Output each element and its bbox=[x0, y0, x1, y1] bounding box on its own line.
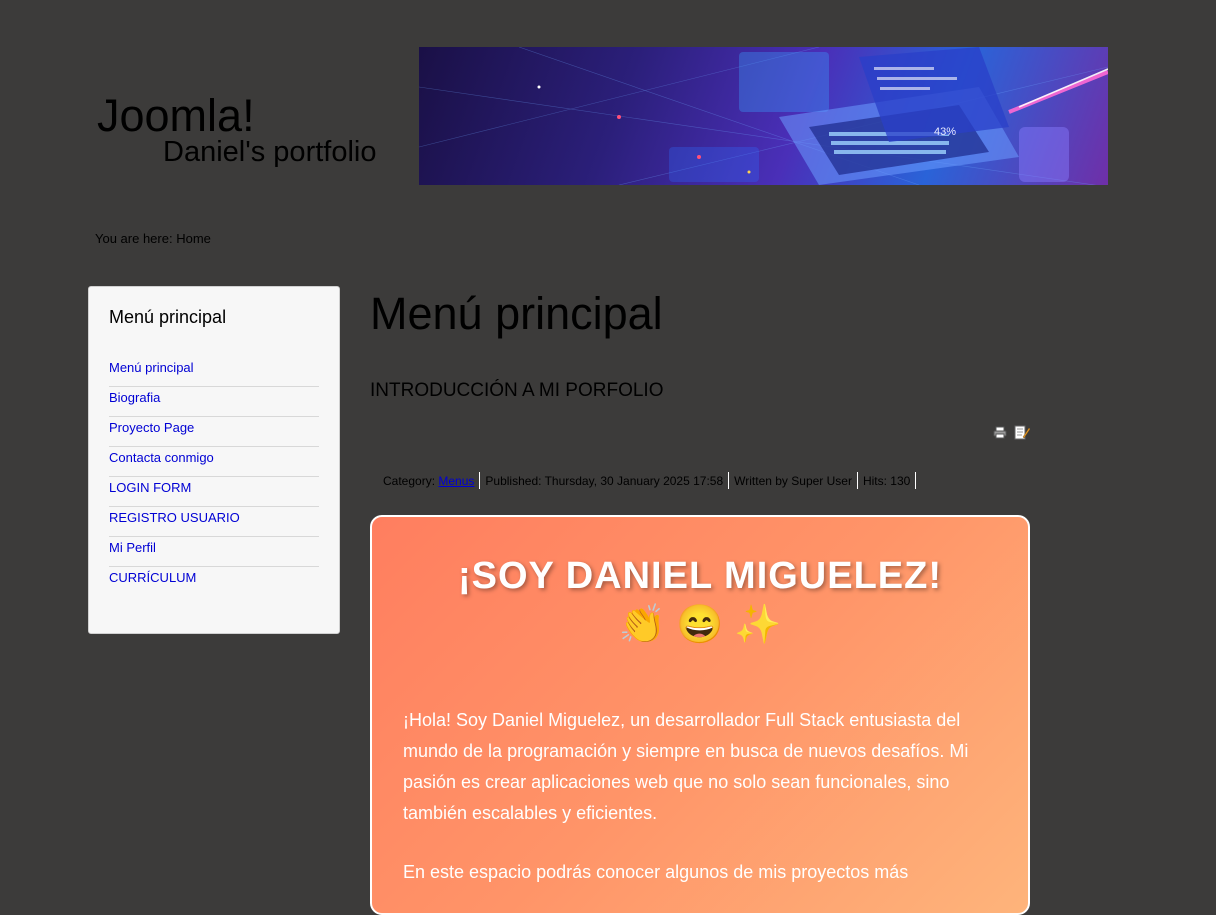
meta-divider bbox=[479, 472, 481, 489]
sidebar-link-curriculum[interactable]: CURRÍCULUM bbox=[109, 567, 319, 589]
meta-category-link[interactable]: Menus bbox=[438, 474, 474, 488]
intro-paragraph: ¡Hola! Soy Daniel Miguelez, un desarroll… bbox=[403, 710, 969, 823]
page-title: Menú principal bbox=[370, 288, 663, 339]
edit-icon[interactable] bbox=[1014, 424, 1031, 440]
sidebar-link-menu-principal[interactable]: Menú principal bbox=[109, 357, 319, 379]
sidebar-link-login-form[interactable]: LOGIN FORM bbox=[109, 477, 319, 499]
sidebar-title: Menú principal bbox=[109, 307, 227, 327]
meta-divider bbox=[728, 472, 730, 489]
sidebar-link-proyecto-page[interactable]: Proyecto Page bbox=[109, 417, 319, 439]
meta-hits: Hits: 130 bbox=[862, 473, 911, 488]
site-subtitle: Daniel's portfolio bbox=[163, 136, 377, 168]
sidebar-menu: Menú principal Menú principal Biografia … bbox=[88, 286, 340, 634]
sidebar-menu-list: Menú principal Biografia Proyecto Page C… bbox=[109, 357, 319, 597]
sidebar-item-login-form: LOGIN FORM bbox=[109, 477, 319, 507]
intro-card: ¡SOY DANIEL MIGUELEZ! 👏 😄 ✨ ¡Hola! Soy D… bbox=[370, 515, 1030, 915]
breadcrumb-prefix: You are here: bbox=[95, 231, 173, 246]
breadcrumb: You are here: Home bbox=[95, 231, 211, 246]
meta-category-label: Category: bbox=[383, 473, 436, 488]
site-title: Joomla! bbox=[97, 90, 255, 141]
sidebar-link-biografia[interactable]: Biografia bbox=[109, 387, 319, 409]
meta-divider bbox=[856, 472, 858, 489]
sidebar-link-registro-usuario[interactable]: REGISTRO USUARIO bbox=[109, 507, 319, 529]
sidebar-link-contacta-conmigo[interactable]: Contacta conmigo bbox=[109, 447, 319, 469]
sidebar-item-registro-usuario: REGISTRO USUARIO bbox=[109, 507, 319, 537]
intro-heading: ¡SOY DANIEL MIGUELEZ! bbox=[457, 555, 943, 597]
header-banner-image: 43% bbox=[419, 47, 1108, 185]
print-icon[interactable] bbox=[992, 424, 1008, 440]
intro-paragraph-2: En este espacio podrás conocer algunos d… bbox=[403, 862, 909, 882]
sidebar-item-mi-perfil: Mi Perfil bbox=[109, 537, 319, 567]
sidebar-item-proyecto-page: Proyecto Page bbox=[109, 417, 319, 447]
meta-author: Written by Super User bbox=[734, 473, 852, 488]
svg-text:43%: 43% bbox=[934, 126, 956, 138]
intro-emojis: 👏 😄 ✨ bbox=[618, 604, 782, 646]
sidebar-item-biografia: Biografia bbox=[109, 387, 319, 417]
article-title: INTRODUCCIÓN A MI PORFOLIO bbox=[370, 380, 664, 401]
sidebar-item-curriculum: CURRÍCULUM bbox=[109, 567, 319, 597]
sidebar-item-menu-principal: Menú principal bbox=[109, 357, 319, 387]
meta-divider bbox=[915, 472, 917, 489]
breadcrumb-current: Home bbox=[176, 231, 211, 246]
article-actions bbox=[992, 424, 1031, 440]
article-meta: Category: Menus Published: Thursday, 30 … bbox=[383, 472, 921, 489]
sidebar-item-contacta-conmigo: Contacta conmigo bbox=[109, 447, 319, 477]
sidebar-link-mi-perfil[interactable]: Mi Perfil bbox=[109, 537, 319, 559]
meta-published: Published: Thursday, 30 January 2025 17:… bbox=[485, 473, 724, 488]
